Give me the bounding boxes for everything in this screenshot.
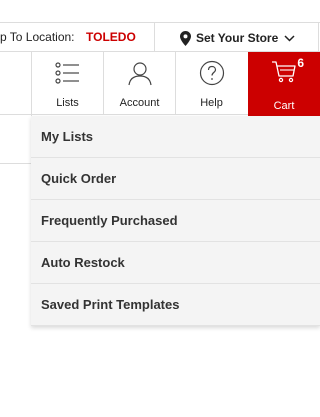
nav-cart-label: Cart (273, 100, 295, 112)
chevron-down-icon (284, 34, 295, 42)
menu-item-saved-print-templates[interactable]: Saved Print Templates (31, 284, 320, 326)
menu-item-quick-order[interactable]: Quick Order (31, 158, 320, 200)
divider (318, 23, 319, 52)
top-bar: p To Location: TOLEDO Set Your Store (0, 22, 320, 52)
divider (154, 23, 155, 52)
set-store-label: Set Your Store (196, 31, 279, 45)
nav-account-label: Account (119, 97, 160, 109)
set-store-button[interactable]: Set Your Store (180, 29, 295, 47)
lists-dropdown-menu: My Lists Quick Order Frequently Purchase… (31, 116, 320, 326)
nav-lists-button[interactable]: Lists (31, 52, 103, 114)
menu-item-auto-restock[interactable]: Auto Restock (31, 242, 320, 284)
cart-count-badge: 6 (297, 56, 304, 70)
nav-cart-button[interactable]: 6 Cart (248, 52, 320, 116)
nav-lists-label: Lists (56, 97, 79, 109)
question-icon (199, 60, 224, 86)
page: p To Location: TOLEDO Set Your Store Lis… (0, 0, 320, 417)
user-icon (127, 62, 152, 86)
cart-icon (272, 61, 296, 83)
list-icon (54, 62, 79, 84)
menu-item-my-lists[interactable]: My Lists (31, 116, 320, 158)
divider (0, 114, 31, 115)
map-pin-icon (180, 30, 191, 46)
nav-help-label: Help (200, 97, 223, 109)
ship-to-label: p To Location: (0, 30, 75, 44)
ship-to-location[interactable]: TOLEDO (86, 30, 136, 44)
menu-item-frequently-purchased[interactable]: Frequently Purchased (31, 200, 320, 242)
header-nav: Lists Account Help 6 Cart (31, 52, 320, 116)
nav-account-button[interactable]: Account (103, 52, 175, 114)
left-partial-panel (0, 52, 32, 164)
nav-help-button[interactable]: Help (175, 52, 247, 114)
